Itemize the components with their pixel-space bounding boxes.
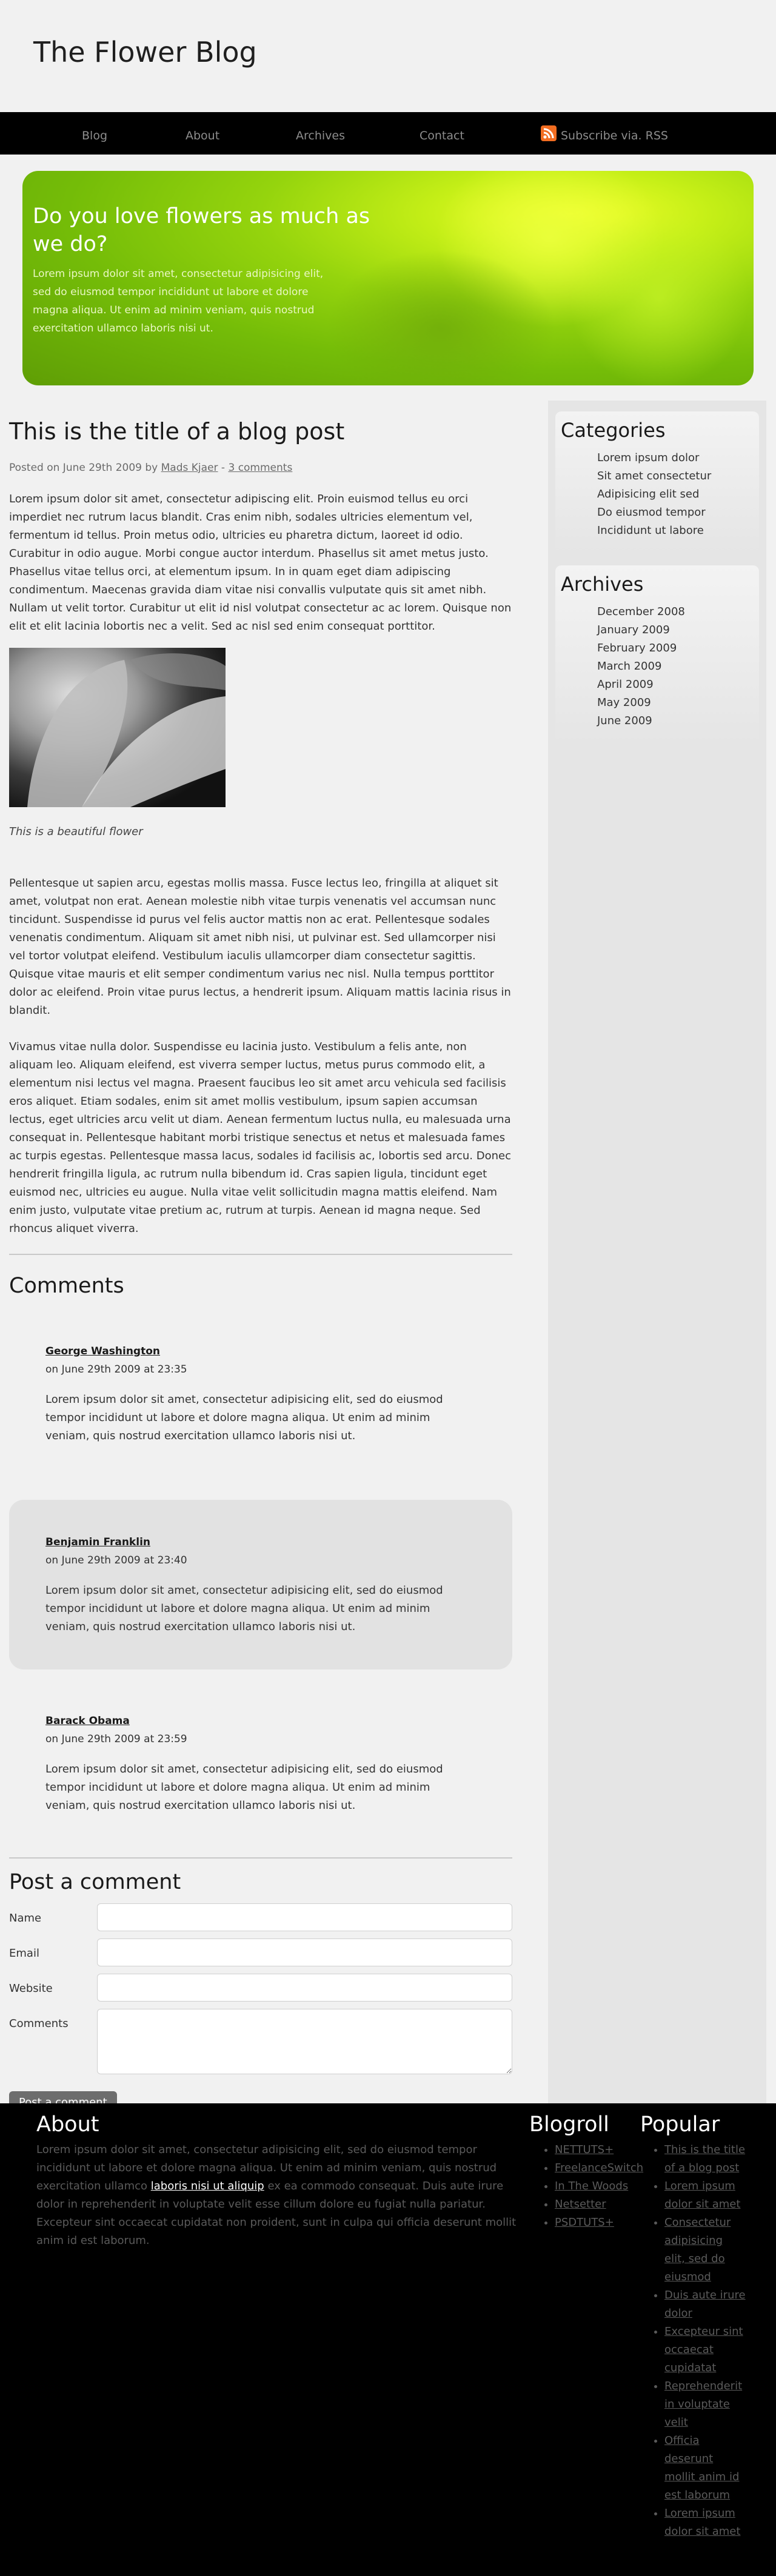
- comment-author[interactable]: Barack Obama: [45, 1712, 476, 1730]
- flower-photo: [9, 648, 226, 807]
- post-comment-heading: Post a comment: [9, 1870, 181, 1894]
- archive-item[interactable]: December 2008: [597, 603, 754, 621]
- comment-text: Lorem ipsum dolor sit amet, consectetur …: [45, 1584, 443, 1633]
- comment: Barack Obama on June 29th 2009 at 23:59 …: [9, 1694, 512, 1833]
- email-field[interactable]: [97, 1939, 512, 1966]
- archive-item[interactable]: June 2009: [597, 712, 754, 730]
- name-label: Name: [9, 1912, 42, 1925]
- about-link[interactable]: laboris nisi ut aliquip: [151, 2180, 264, 2192]
- blogroll-link[interactable]: NETTUTS+: [555, 2143, 614, 2156]
- popular-link[interactable]: Consectetur adipisicing elit, sed do eiu…: [664, 2216, 731, 2283]
- comment-text: Lorem ipsum dolor sit amet, consectetur …: [45, 1393, 443, 1442]
- blogroll-link[interactable]: FreelanceSwitch: [555, 2162, 643, 2174]
- comment: Benjamin Franklin on June 29th 2009 at 2…: [9, 1500, 512, 1669]
- popular-link[interactable]: This is the title of a blog post: [664, 2143, 745, 2174]
- hero-text: Lorem ipsum dolor sit amet, consectetur …: [33, 268, 324, 334]
- category-item[interactable]: Incididunt ut labore: [597, 522, 754, 540]
- email-label: Email: [9, 1947, 39, 1960]
- archive-item[interactable]: March 2009: [597, 657, 754, 676]
- categories-list: Lorem ipsum dolor Sit amet consectetur A…: [597, 449, 754, 540]
- archive-item[interactable]: January 2009: [597, 621, 754, 639]
- site-footer: About Lorem ipsum dolor sit amet, consec…: [0, 2103, 776, 2576]
- blogroll-list: NETTUTS+ FreelanceSwitch In The Woods Ne…: [555, 2141, 643, 2232]
- hero-banner: Do you love flowers as much as we do? Lo…: [22, 171, 754, 385]
- comment-text: Lorem ipsum dolor sit amet, consectetur …: [45, 1763, 443, 1812]
- category-item[interactable]: Do eiusmod tempor: [597, 504, 754, 522]
- comments-textarea[interactable]: [97, 2009, 512, 2074]
- website-label: Website: [9, 1982, 53, 1995]
- comments-label: Comments: [9, 2017, 69, 2030]
- rss-icon[interactable]: [541, 125, 557, 141]
- comment-author[interactable]: George Washington: [45, 1342, 476, 1360]
- comment-date: on June 29th 2009 at 23:35: [45, 1363, 187, 1376]
- nav-blog[interactable]: Blog: [82, 127, 107, 145]
- post-paragraph: Vivamus vitae nulla dolor. Suspendisse e…: [9, 1040, 511, 1235]
- blogroll-link[interactable]: PSDTUTS+: [555, 2216, 614, 2229]
- name-field[interactable]: [97, 1903, 512, 1931]
- popular-link[interactable]: Lorem ipsum dolor sit amet: [664, 2180, 740, 2211]
- categories-box: Categories Lorem ipsum dolor Sit amet co…: [555, 411, 759, 553]
- post-title[interactable]: This is the title of a blog post: [9, 416, 512, 447]
- post-author-link[interactable]: Mads Kjaer: [161, 462, 218, 474]
- post-paragraph: Pellentesque ut sapien arcu, egestas mol…: [9, 877, 511, 1017]
- archive-item[interactable]: February 2009: [597, 639, 754, 657]
- sidebar: Categories Lorem ipsum dolor Sit amet co…: [548, 401, 766, 2103]
- nav-about[interactable]: About: [186, 127, 219, 145]
- comment-author[interactable]: Benjamin Franklin: [45, 1533, 476, 1551]
- comment-date: on June 29th 2009 at 23:59: [45, 1733, 187, 1745]
- categories-heading: Categories: [561, 419, 666, 442]
- divider: [9, 1857, 512, 1859]
- nav-subscribe-rss[interactable]: Subscribe via. RSS: [561, 127, 668, 145]
- blogroll-link[interactable]: Netsetter: [555, 2198, 606, 2211]
- comment-form: Name Email Website Comments Post a comme…: [9, 1903, 512, 2114]
- comments-count-link[interactable]: 3 comments: [228, 462, 292, 474]
- comments-heading: Comments: [9, 1274, 124, 1298]
- blogroll-link[interactable]: In The Woods: [555, 2180, 628, 2192]
- archives-box: Archives December 2008 January 2009 Febr…: [555, 565, 759, 744]
- post-meta: Posted on June 29th 2009 by Mads Kjaer -…: [9, 459, 512, 477]
- popular-list: This is the title of a blog post Lorem i…: [664, 2141, 746, 2541]
- meta-separator: -: [221, 462, 226, 474]
- post-date: Posted on June 29th 2009 by: [9, 462, 158, 474]
- archives-heading: Archives: [561, 573, 644, 596]
- photo-caption: This is a beautiful flower: [9, 825, 143, 838]
- archive-item[interactable]: April 2009: [597, 676, 754, 694]
- archive-item[interactable]: May 2009: [597, 694, 754, 712]
- comment-date: on June 29th 2009 at 23:40: [45, 1554, 187, 1566]
- category-item[interactable]: Lorem ipsum dolor: [597, 449, 754, 467]
- popular-link[interactable]: Lorem ipsum dolor sit amet: [664, 2507, 740, 2538]
- site-header: The Flower Blog: [0, 0, 776, 112]
- popular-link[interactable]: Duis aute irure dolor: [664, 2289, 746, 2320]
- site-title[interactable]: The Flower Blog: [33, 34, 257, 70]
- nav-archives[interactable]: Archives: [296, 127, 345, 145]
- website-field[interactable]: [97, 1974, 512, 2002]
- divider: [9, 1254, 512, 1255]
- popular-link[interactable]: Officia deserunt mollit anim id est labo…: [664, 2434, 739, 2501]
- flower-petal-image: [568, 207, 750, 385]
- category-item[interactable]: Adipisicing elit sed: [597, 485, 754, 504]
- blogroll-heading: Blogroll: [529, 2112, 609, 2137]
- about-heading: About: [36, 2112, 99, 2137]
- nav-contact[interactable]: Contact: [420, 127, 464, 145]
- popular-heading: Popular: [640, 2112, 720, 2137]
- archives-list: December 2008 January 2009 February 2009…: [597, 603, 754, 730]
- popular-link[interactable]: Reprehenderit in voluptate velit: [664, 2380, 742, 2429]
- about-text: Lorem ipsum dolor sit amet, consectetur …: [36, 2143, 517, 2247]
- hero-title: Do you love flowers as much as we do?: [33, 204, 370, 256]
- main-nav: Blog About Archives Contact Subscribe vi…: [0, 112, 776, 155]
- category-item[interactable]: Sit amet consectetur: [597, 467, 754, 485]
- post-paragraph: Lorem ipsum dolor sit amet, consectetur …: [9, 493, 512, 633]
- popular-link[interactable]: Excepteur sint occaecat cupidatat: [664, 2325, 743, 2374]
- main-content: This is the title of a blog post Posted …: [9, 401, 512, 2114]
- comment: George Washington on June 29th 2009 at 2…: [9, 1324, 512, 1463]
